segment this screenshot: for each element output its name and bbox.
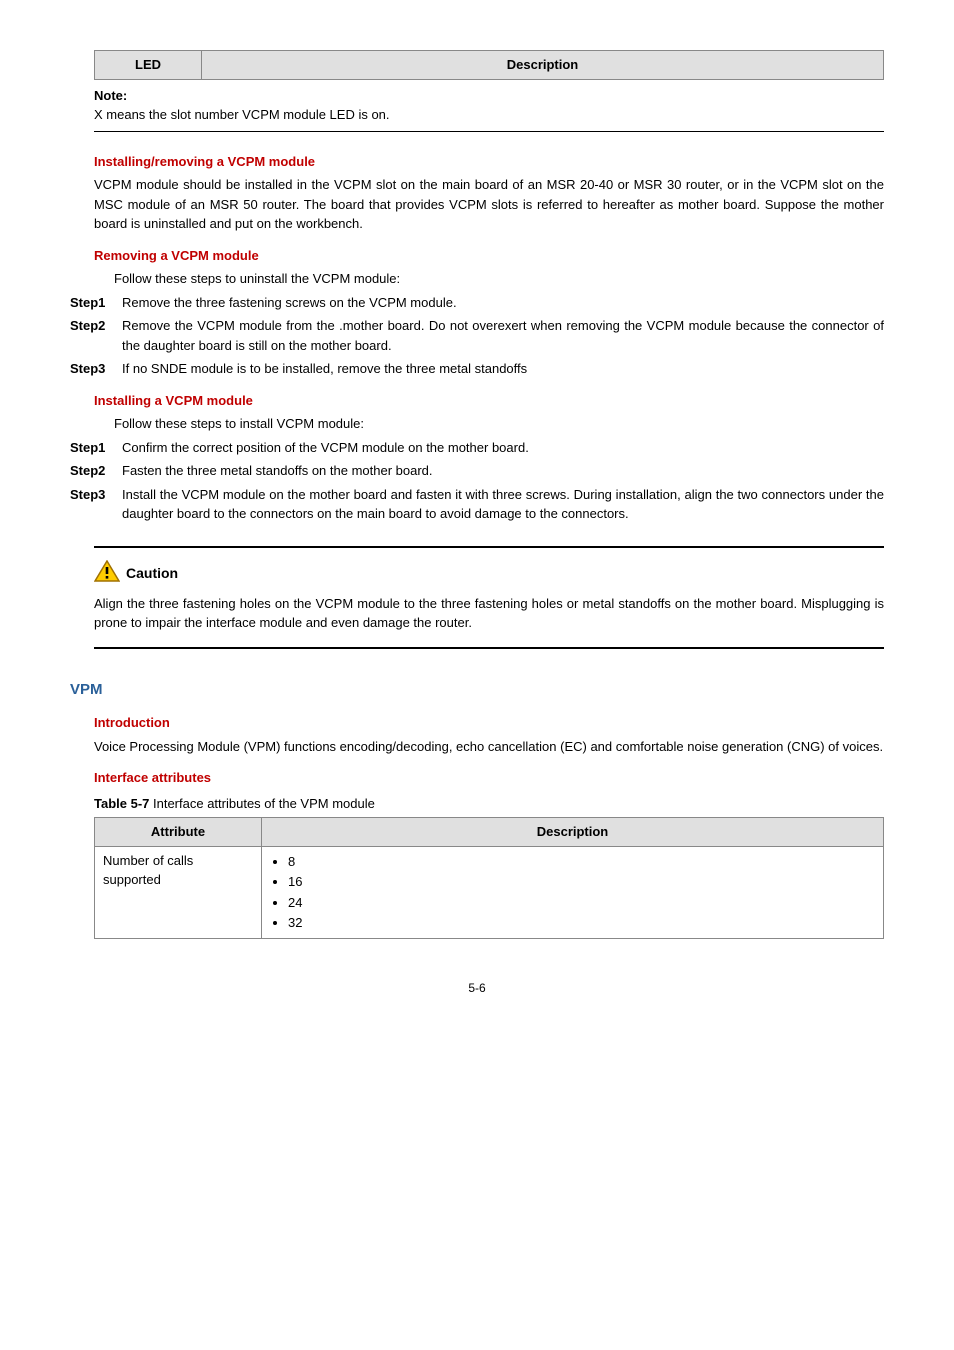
step-text: Install the VCPM module on the mother bo… [122, 485, 884, 524]
caution-icon [94, 560, 120, 588]
step-label: Step1 [70, 438, 122, 458]
step-label: Step2 [70, 461, 122, 481]
caution-block: Caution Align the three fastening holes … [94, 546, 884, 649]
para-install-remove: VCPM module should be installed in the V… [94, 175, 884, 234]
step-text: Confirm the correct position of the VCPM… [122, 438, 884, 458]
table-number: Table 5-7 [94, 796, 149, 811]
table-row: Number of calls supported 8 16 24 32 [95, 846, 884, 938]
list-item: 32 [288, 913, 875, 933]
note-label: Note: [94, 86, 884, 106]
list-item: 16 [288, 872, 875, 892]
vpm-attr-table: Attribute Description Number of calls su… [94, 817, 884, 939]
caution-label: Caution [126, 563, 178, 584]
desc-header: Description [202, 51, 884, 80]
vpm-intro-text: Voice Processing Module (VPM) functions … [94, 737, 884, 757]
table-caption: Table 5-7 Interface attributes of the VP… [94, 794, 884, 814]
step-text: If no SNDE module is to be installed, re… [122, 359, 884, 379]
led-table: LED Description [94, 50, 884, 80]
step-text: Fasten the three metal standoffs on the … [122, 461, 884, 481]
remove-step2: Step2 Remove the VCPM module from the .m… [70, 316, 884, 355]
install-step3: Step3 Install the VCPM module on the mot… [70, 485, 884, 524]
removing-intro: Follow these steps to uninstall the VCPM… [114, 269, 884, 289]
table-title: Interface attributes of the VPM module [149, 796, 374, 811]
step-text: Remove the VCPM module from the .mother … [122, 316, 884, 355]
remove-step1: Step1 Remove the three fastening screws … [70, 293, 884, 313]
heading-interface-attributes: Interface attributes [94, 768, 884, 788]
step-text: Remove the three fastening screws on the… [122, 293, 884, 313]
install-step1: Step1 Confirm the correct position of th… [70, 438, 884, 458]
remove-step3: Step3 If no SNDE module is to be install… [70, 359, 884, 379]
desc-header: Description [262, 818, 884, 847]
heading-removing: Removing a VCPM module [94, 246, 884, 266]
step-label: Step3 [70, 485, 122, 524]
heading-installing: Installing a VCPM module [94, 391, 884, 411]
attr-header: Attribute [95, 818, 262, 847]
heading-vpm: VPM [70, 679, 884, 702]
installing-intro: Follow these steps to install VCPM modul… [114, 414, 884, 434]
heading-introduction: Introduction [94, 713, 884, 733]
list-item: 24 [288, 893, 875, 913]
desc-cell: 8 16 24 32 [262, 846, 884, 938]
heading-install-remove: Installing/removing a VCPM module [94, 152, 884, 172]
step-label: Step2 [70, 316, 122, 355]
step-label: Step3 [70, 359, 122, 379]
install-step2: Step2 Fasten the three metal standoffs o… [70, 461, 884, 481]
caution-text: Align the three fastening holes on the V… [94, 594, 884, 633]
led-header: LED [95, 51, 202, 80]
attr-cell: Number of calls supported [95, 846, 262, 938]
note-text: X means the slot number VCPM module LED … [94, 105, 884, 125]
page-number: 5-6 [70, 979, 884, 997]
step-label: Step1 [70, 293, 122, 313]
note-block: Note: X means the slot number VCPM modul… [94, 86, 884, 132]
list-item: 8 [288, 852, 875, 872]
